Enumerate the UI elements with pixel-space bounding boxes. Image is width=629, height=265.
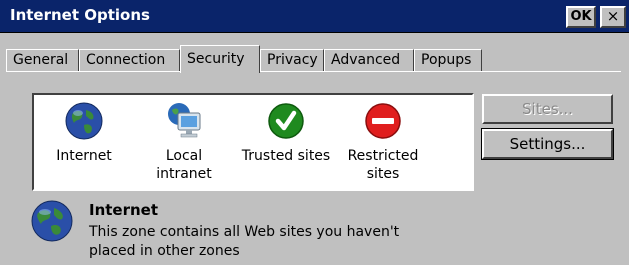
selected-zone-description-line2: placed in other zones — [89, 243, 240, 259]
zone-internet[interactable]: Internet — [48, 101, 120, 165]
zone-restricted-sites[interactable]: Restricted sites — [340, 101, 426, 183]
close-button[interactable]: × — [600, 6, 626, 28]
selected-zone-description: This zone contains all Web sites you hav… — [89, 223, 449, 261]
zone-local-intranet[interactable]: Local intranet — [144, 101, 224, 183]
zone-restricted-sites-label-line1: Restricted — [347, 148, 419, 164]
zone-trusted-sites-label: Trusted sites — [241, 148, 331, 164]
settings-button-label: Settings... — [509, 135, 586, 153]
ok-button[interactable]: OK — [566, 6, 596, 28]
zone-restricted-sites-label-line2: sites — [366, 166, 400, 182]
tab-connection[interactable]: Connection — [79, 49, 180, 72]
zone-internet-label: Internet — [56, 148, 112, 164]
window-title: Internet Options — [10, 6, 150, 24]
title-bar: Internet Options OK × — [0, 0, 629, 33]
selected-zone-description-line1: This zone contains all Web sites you hav… — [89, 224, 400, 240]
zone-local-intranet-label-line2: intranet — [156, 166, 212, 182]
no-entry-icon — [363, 101, 403, 141]
globe-icon — [64, 101, 104, 141]
tab-popups[interactable]: Popups — [414, 49, 482, 72]
selected-zone-globe-icon — [30, 199, 74, 243]
zone-list[interactable]: Internet Local intranet Trusted sites Re… — [32, 93, 474, 191]
tab-privacy[interactable]: Privacy — [260, 49, 324, 72]
selected-zone-name: Internet — [89, 201, 159, 219]
zone-trusted-sites[interactable]: Trusted sites — [234, 101, 338, 165]
computer-globe-icon — [164, 101, 204, 141]
tab-security[interactable]: Security — [180, 45, 260, 73]
tab-panel-border — [6, 71, 621, 72]
sites-button[interactable]: Sites... — [482, 94, 613, 124]
tab-advanced[interactable]: Advanced — [324, 49, 414, 72]
tab-general[interactable]: General — [6, 49, 79, 72]
zone-local-intranet-label-line1: Local — [165, 148, 203, 164]
settings-button[interactable]: Settings... — [481, 128, 614, 160]
checkmark-icon — [266, 101, 306, 141]
